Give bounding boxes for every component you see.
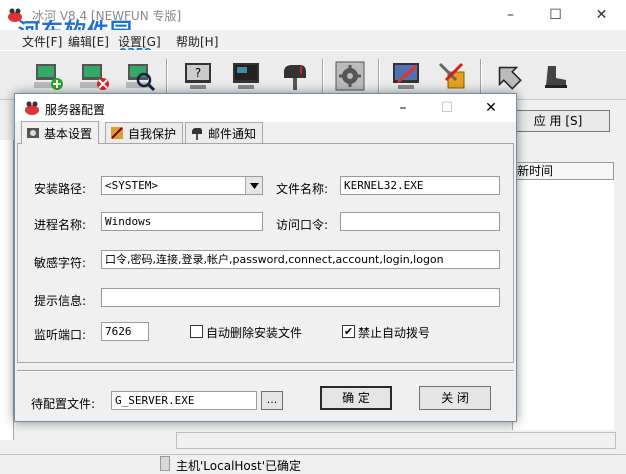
sensitive-chars-field[interactable]: 口令,密码,连接,登录,帐户,password,connect,account,… [101, 250, 500, 269]
dialog-separator [17, 370, 514, 372]
file-list-panel [512, 180, 614, 430]
shield-icon [111, 127, 123, 139]
file-name-field[interactable]: KERNEL32.EXE [340, 176, 500, 195]
monitor-pen-icon[interactable] [384, 55, 428, 97]
close-dialog-button[interactable]: 关 闭 [419, 386, 491, 410]
horizontal-scrollbar[interactable] [176, 432, 616, 449]
prompt-info-field[interactable] [101, 288, 500, 307]
process-name-label: 进程名称: [34, 218, 87, 232]
sensitive-chars-label: 敏感字符: [34, 256, 87, 270]
help-host-icon[interactable]: ? [176, 55, 220, 97]
chevron-down-icon[interactable] [245, 177, 262, 194]
dialog-title: 服务器配置 [45, 103, 106, 117]
file-name-label: 文件名称: [276, 182, 329, 196]
toolbar-separator [378, 59, 380, 93]
gear-icon [27, 128, 39, 138]
status-text: 主机'LocalHost'已确定 [176, 459, 302, 473]
statusbar [0, 454, 626, 473]
boots-icon[interactable] [534, 55, 578, 97]
host-tree-panel [0, 140, 14, 440]
search-host-icon[interactable] [118, 55, 162, 97]
svg-text:?: ? [195, 66, 201, 80]
status-panel [160, 456, 170, 471]
auto-delete-checkbox[interactable] [190, 325, 203, 338]
mailbox-icon [192, 128, 202, 140]
access-password-label: 访问口令: [276, 218, 329, 232]
tools-icon[interactable] [430, 55, 474, 97]
process-name-field[interactable]: Windows [101, 212, 263, 231]
dialog-titlebar: 服务器配置 – ☐ ✕ [15, 94, 516, 122]
tab-label: 基本设置 [44, 126, 93, 141]
no-autodial-label: 禁止自动拨号 [358, 326, 431, 340]
tab-panel-basic: 安装路径: <SYSTEM> 文件名称: KERNEL32.EXE 进程名称: … [17, 143, 514, 363]
tab-label: 自我保护 [128, 126, 177, 141]
toolbar-separator [480, 59, 482, 93]
auto-delete-label: 自动删除安装文件 [206, 326, 303, 340]
screen-capture-icon[interactable] [224, 55, 268, 97]
dialog-close-button[interactable]: ✕ [469, 94, 513, 122]
install-path-combo[interactable]: <SYSTEM> [101, 176, 263, 195]
add-host-icon[interactable] [26, 55, 70, 97]
toolbar-separator [322, 59, 324, 93]
menu-help[interactable]: 帮助[H] [176, 33, 218, 50]
prompt-info-label: 提示信息: [34, 294, 87, 308]
server-config-dialog: 服务器配置 – ☐ ✕ 基本设置 自我保护 邮件通知 安装路径: <SYSTEM… [14, 93, 517, 422]
toolbar-separator [166, 59, 168, 93]
ok-button[interactable]: 确 定 [320, 386, 392, 410]
install-path-label: 安装路径: [34, 182, 87, 196]
dialog-minimize-button[interactable]: – [381, 94, 425, 122]
delete-host-icon[interactable] [72, 55, 116, 97]
install-path-value: <SYSTEM> [105, 179, 158, 192]
tab-label: 邮件通知 [208, 126, 257, 141]
undo-icon[interactable] [486, 55, 530, 97]
tab-bar: 基本设置 自我保护 邮件通知 [17, 121, 514, 144]
menu-file[interactable]: 文件[F] [22, 33, 62, 50]
app-icon [25, 101, 39, 115]
apply-button[interactable]: 应 用 [S] [506, 110, 610, 132]
tab-basic-settings[interactable]: 基本设置 [21, 121, 100, 144]
gear-icon[interactable] [328, 55, 372, 97]
listen-port-label: 监听端口: [34, 328, 87, 342]
browse-button[interactable]: ... [261, 391, 283, 410]
list-column-header[interactable]: 新时间 [512, 162, 614, 180]
config-file-label: 待配置文件: [31, 397, 96, 411]
no-autodial-checkbox[interactable]: ✔ [342, 325, 355, 338]
mailbox-icon[interactable] [272, 55, 316, 97]
tab-self-protection[interactable]: 自我保护 [105, 122, 184, 143]
close-button[interactable]: ✕ [579, 0, 624, 30]
dialog-maximize-button: ☐ [440, 100, 454, 116]
config-file-field[interactable]: G_SERVER.EXE [111, 391, 257, 410]
tab-mail-notify[interactable]: 邮件通知 [185, 122, 264, 143]
access-password-field[interactable] [340, 212, 500, 231]
minimize-button[interactable]: – [488, 0, 533, 30]
listen-port-field[interactable]: 7626 [101, 322, 149, 341]
maximize-button[interactable]: ☐ [533, 0, 578, 30]
